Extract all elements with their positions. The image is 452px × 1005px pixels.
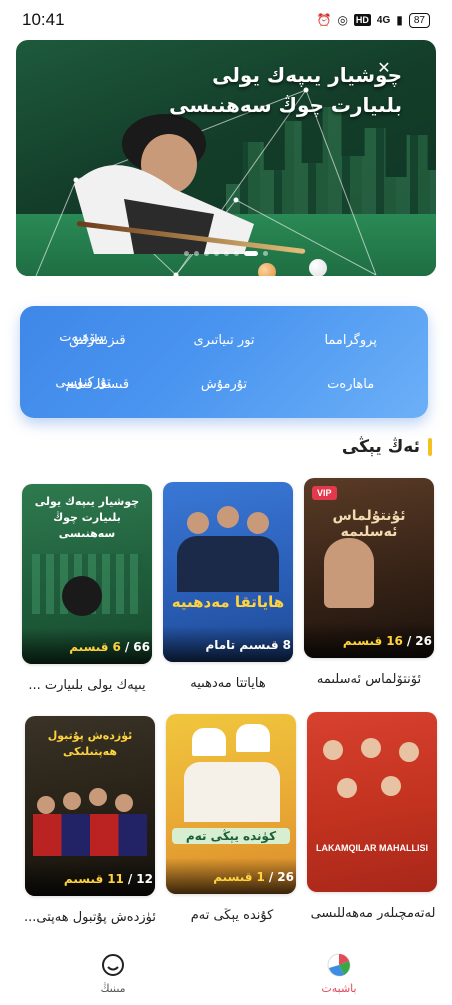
card-player	[62, 576, 102, 616]
mute-icon: ◎	[337, 13, 348, 27]
banner-ball-orange	[258, 263, 276, 276]
card-caption[interactable]: ھاياتتا مەدھىيە	[161, 676, 295, 691]
section-header-latest: ئەڭ يېڭى	[12, 432, 432, 462]
card-art-title: ھاياتقا مەدھىيە	[171, 593, 285, 611]
banner-pagination	[16, 251, 436, 256]
tab-home[interactable]: باشبەت	[279, 952, 399, 995]
episode-badge: 12/11 قىسىم	[25, 860, 155, 896]
pagination-dot[interactable]	[194, 251, 199, 256]
video-card[interactable]: ھاياتقا مەدھىيە 8 قىسىم تامام	[163, 482, 293, 662]
bottom-tab-bar: مىنىڭ باشبەت	[0, 941, 452, 1005]
card-art-title: ئۈزدەش پۇتبول ھەپتىلىكى	[47, 729, 133, 758]
card-cast-photo	[315, 736, 429, 836]
category-talk[interactable]: سۆھبەت	[38, 330, 128, 345]
tab-label: مىنىڭ	[100, 981, 126, 995]
pagination-dot[interactable]	[184, 251, 189, 256]
pagination-dot[interactable]	[244, 251, 258, 256]
pagination-dot[interactable]	[204, 251, 209, 256]
category-skill[interactable]: ماھارەت	[287, 362, 414, 406]
alarm-icon: ⏰	[316, 13, 332, 27]
pagination-dot[interactable]	[214, 251, 219, 256]
status-icons: ⏰ ◎ HD 4G ▮ 87	[316, 12, 430, 28]
video-card[interactable]: LAKAMQILAR MAHALLISI	[307, 712, 437, 892]
home-icon	[327, 953, 351, 976]
close-icon[interactable]: ✕	[376, 60, 392, 76]
category-program[interactable]: پروگرامما	[287, 318, 414, 362]
card-caption[interactable]: ئۆنتۆلماس ئەسلىمە	[302, 672, 436, 687]
card-group-photo	[177, 502, 279, 592]
chef-hat-icon	[192, 728, 226, 756]
profile-icon	[102, 953, 124, 976]
hd-badge: HD	[353, 14, 371, 26]
hero-banner[interactable]: چوشيار يىپەك يولى بلىيارت چوڭ سەھنىسى ✕	[16, 40, 436, 276]
video-card[interactable]: VIP ئۇنتۇلماس ئەسلىمە 26/16 قىسىم	[304, 478, 434, 658]
video-card[interactable]: ئۈزدەش پۇتبول ھەپتىلىكى 12/11 قىسىم	[25, 716, 155, 896]
banner-ball-white	[309, 259, 327, 276]
card-caption[interactable]: ئۈزدەش پۇتبول ھەپتى...	[23, 910, 157, 925]
episode-badge: 8 قىسىم تامام	[163, 626, 293, 662]
category-web-drama[interactable]: تور تىياتىرى	[161, 318, 288, 362]
section-title: ئەڭ يېڭى	[341, 437, 420, 457]
chef-hat-icon	[236, 724, 270, 752]
card-caption[interactable]: كۇندە يېڭى تەم	[165, 908, 299, 923]
video-card[interactable]: كۈندە يېڭى تەم 26/1 قىسىم	[166, 714, 296, 894]
tab-mine[interactable]: مىنىڭ	[53, 952, 173, 995]
section-accent-bar	[428, 438, 432, 456]
card-chefs	[184, 762, 280, 822]
banner-title-line1: چوشيار يىپەك يولى	[212, 63, 402, 87]
card-caption[interactable]: لەتەمچىلەر مەھەللىسى	[306, 906, 440, 921]
card-football-team	[33, 786, 147, 856]
pagination-dot[interactable]	[234, 251, 239, 256]
banner-title: چوشيار يىپەك يولى بلىيارت چوڭ سەھنىسى	[142, 60, 402, 120]
episode-badge: 66/6 قىسىم	[22, 628, 152, 664]
tab-label: باشبەت	[321, 981, 357, 995]
signal-icon: 4G	[376, 14, 391, 26]
status-time: 10:41	[22, 10, 65, 29]
category-panel: پروگرامما تور تىياتىرى قىزىقارلىق ماھارە…	[20, 306, 428, 418]
card-art-title: كۈندە يېڭى تەم	[172, 828, 290, 844]
card-art-title: چوشيار يىپەك يولى بلىيارت چوڭ سەھنىسى	[34, 495, 140, 540]
episode-badge: 26/16 قىسىم	[304, 622, 434, 658]
card-art-title: LAKAMQILAR MAHALLISI	[316, 843, 428, 853]
wifi-icon: ▮	[396, 13, 403, 27]
vip-badge: VIP	[312, 486, 337, 500]
video-card[interactable]: چوشيار يىپەك يولى بلىيارت چوڭ سەھنىسى 66…	[22, 484, 152, 664]
card-caption[interactable]: يىپەك يولى بلىيارت ...	[20, 678, 154, 693]
card-portrait	[324, 538, 374, 608]
episode-badge: 26/1 قىسىم	[166, 858, 296, 894]
card-art-title: ئۇنتۇلماس ئەسلىمە	[332, 508, 406, 540]
category-turknosi[interactable]: تۇركنوسى	[38, 375, 128, 390]
category-life[interactable]: تۇرمۇش	[161, 362, 288, 406]
pagination-dot[interactable]	[224, 251, 229, 256]
battery-indicator: 87	[408, 12, 430, 28]
status-bar: 10:41 ⏰ ◎ HD 4G ▮ 87	[0, 0, 452, 40]
pagination-dot[interactable]	[263, 251, 268, 256]
banner-title-line2: بلىيارت چوڭ سەھنىسى	[169, 93, 402, 117]
